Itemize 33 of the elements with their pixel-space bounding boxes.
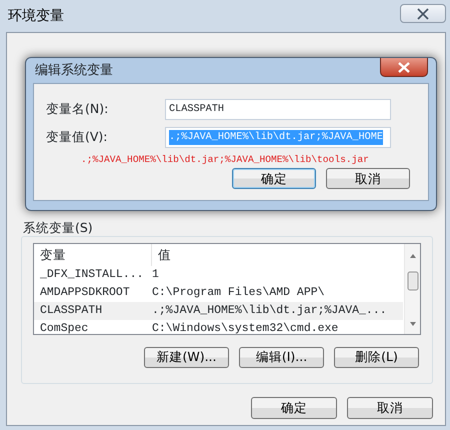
table-cell-text: CLASSPATH (39, 303, 104, 320)
dialog-title: 编辑系统变量 (34, 62, 113, 80)
field-label: 变量名(N): (45, 100, 110, 118)
close-button[interactable] (380, 58, 428, 77)
annotation-text: .;%JAVA_HOME%\lib\dt.jar;%JAVA_HOME%\lib\tools.jar (80, 153, 370, 167)
close-icon (416, 8, 430, 20)
list-row[interactable]: ComSpec C:\Windows\system32\cmd.exe (34, 320, 403, 338)
list-row[interactable]: CLASSPATH .;%JAVA_HOME%\lib\dt.jar;%JAVA_... (34, 302, 403, 320)
column-header[interactable]: 变量 (34, 244, 152, 266)
dialog-button[interactable]: 取消 (326, 168, 410, 190)
list-row[interactable]: AMDAPPSDKROOT C:\Program Files\AMD APP\ (34, 284, 403, 302)
input-field[interactable]: CLASSPATH (165, 99, 391, 120)
group-label: 系统变量(S) (23, 219, 93, 237)
dialog-button[interactable]: 确定 (251, 397, 337, 419)
table-cell-text: AMDAPPSDKROOT (39, 285, 131, 302)
table-cell-text: ComSpec (39, 321, 90, 338)
list-row[interactable]: _DFX_INSTALL... 1 (34, 266, 403, 284)
window-title: 环境变量 (7, 7, 65, 26)
list-action-button[interactable]: 新建(W)... (144, 347, 229, 368)
table-cell-text: .;%JAVA_HOME%\lib\dt.jar;%JAVA_... (152, 303, 388, 320)
dialog-button[interactable]: 取消 (347, 397, 433, 419)
table-cell-text: C:\Program Files\AMD APP\ (152, 285, 326, 302)
table-cell-text: 1 (152, 267, 160, 284)
dialog-button[interactable]: 确定 (232, 168, 316, 190)
list-action-button[interactable]: 编辑(I)... (239, 347, 324, 368)
close-icon (397, 62, 411, 72)
field-label: 变量值(V): (45, 128, 109, 146)
table-cell-text: _DFX_INSTALL... (39, 267, 145, 284)
close-button[interactable] (400, 4, 446, 23)
column-header[interactable]: 值 (152, 246, 403, 264)
list-action-button[interactable]: 删除(L) (334, 347, 419, 368)
scrollbar[interactable] (404, 244, 420, 334)
table-cell-text: C:\Windows\system32\cmd.exe (152, 321, 340, 338)
